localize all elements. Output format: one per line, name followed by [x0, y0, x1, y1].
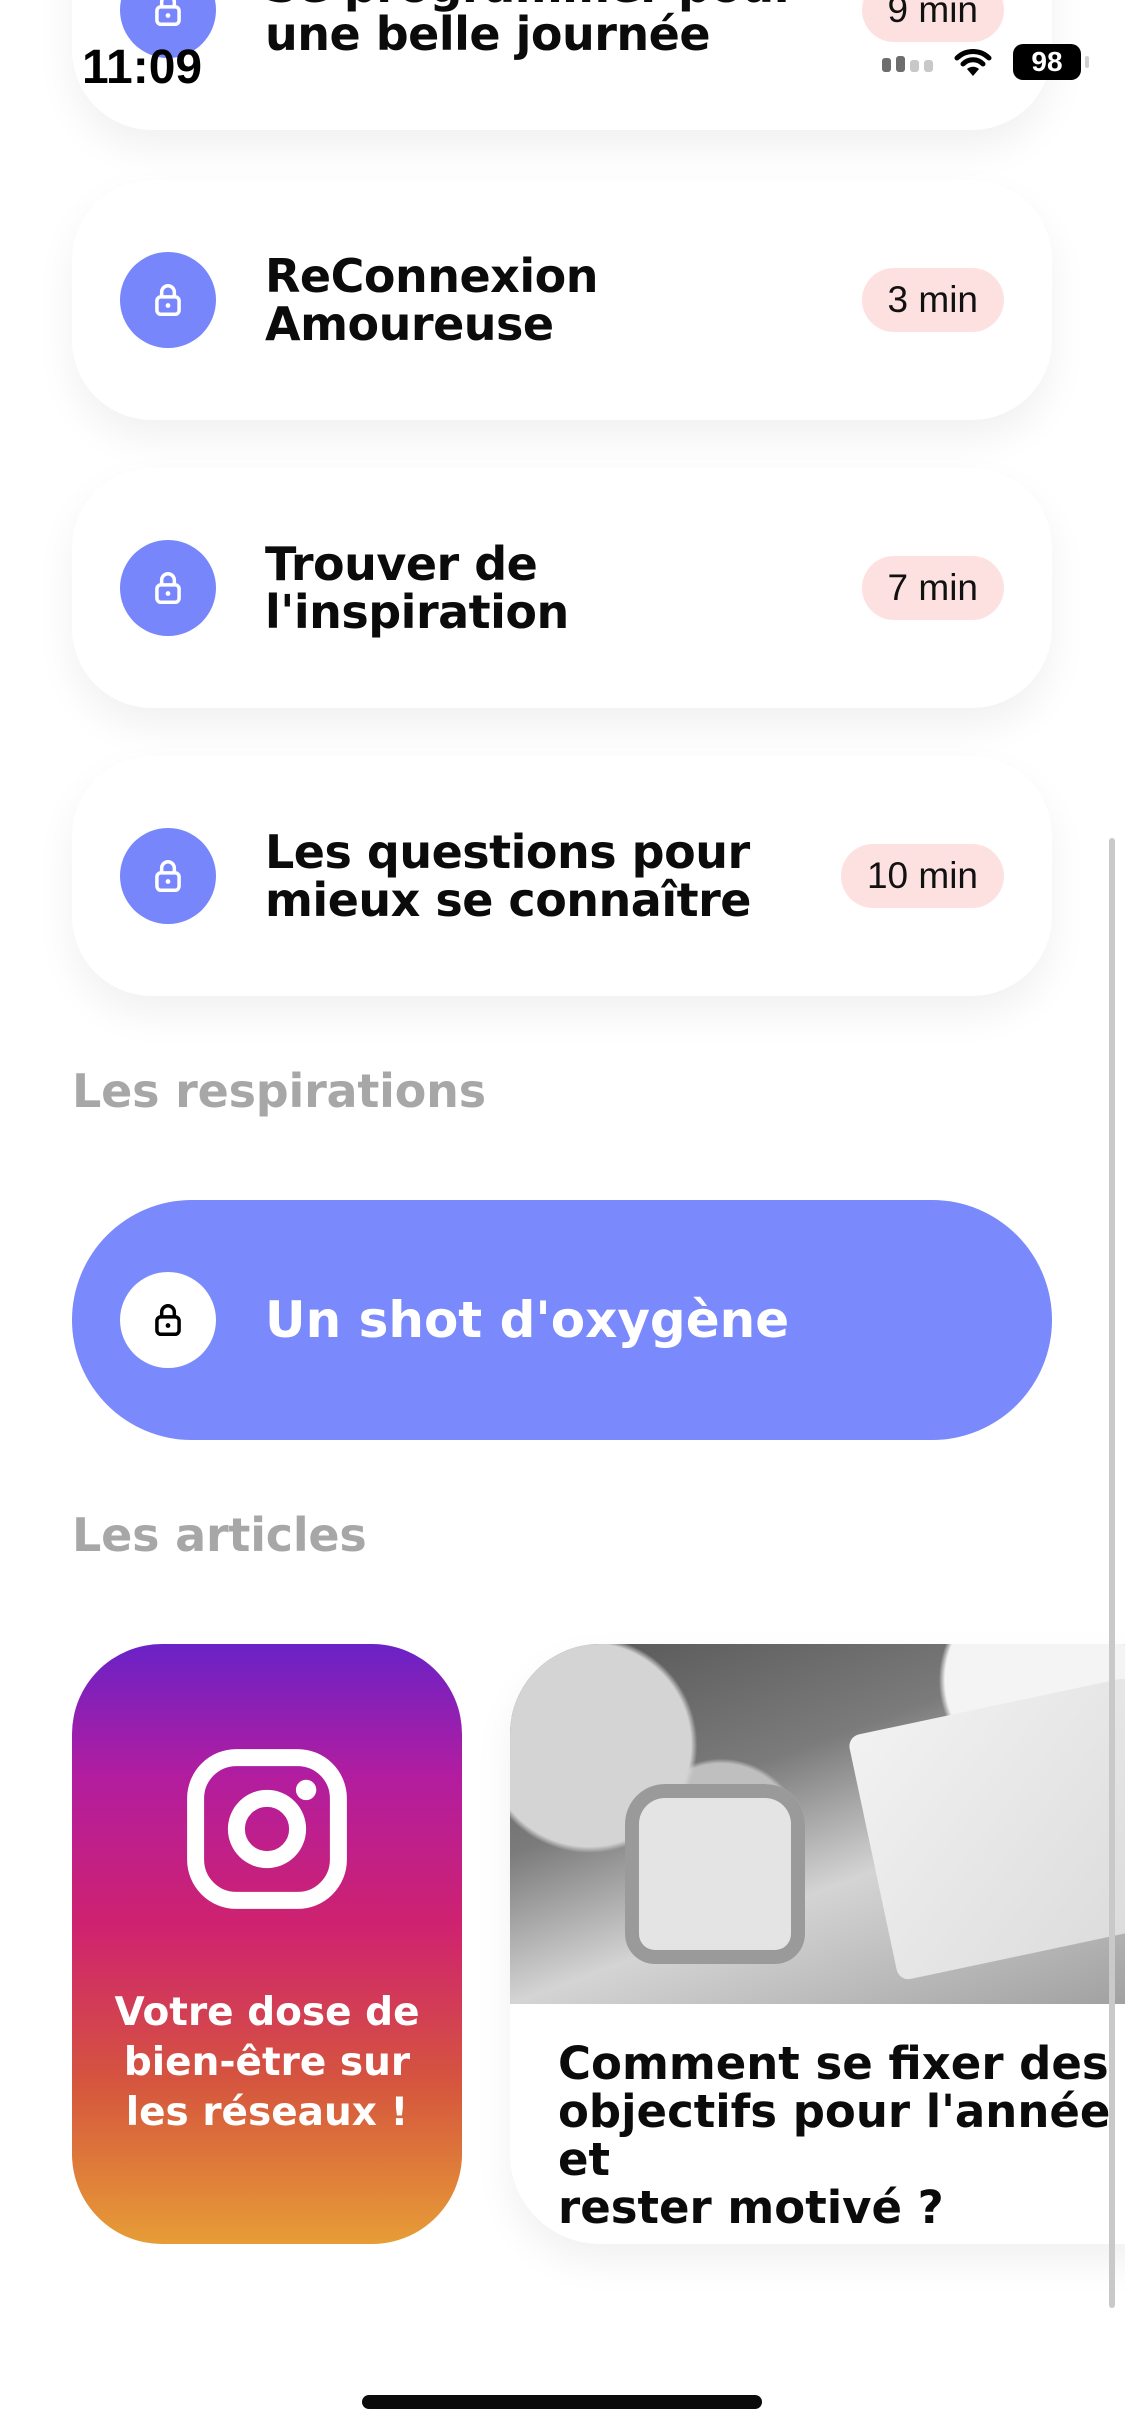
lock-icon — [120, 252, 216, 348]
article-image — [510, 1644, 1125, 2004]
status-indicators: 98 — [882, 44, 1089, 80]
meditation-title: ReConnexion Amoureuse — [265, 249, 598, 351]
home-indicator[interactable] — [362, 2395, 762, 2409]
article-title: Comment se fixer des objectifs pour l'an… — [558, 2037, 1111, 2234]
meditation-title: Les questions pour mieux se connaître — [265, 825, 751, 927]
meditation-card-1[interactable]: ReConnexion Amoureuse 3 min — [72, 180, 1052, 420]
duration-badge: 3 min — [861, 268, 1004, 332]
wifi-icon — [954, 49, 992, 76]
lock-icon — [120, 828, 216, 924]
scrollbar[interactable] — [1109, 838, 1115, 2308]
section-title-articles: Les articles — [72, 1508, 367, 1562]
section-title-respirations: Les respirations — [72, 1064, 486, 1118]
respiration-title: Un shot d'oxygène — [265, 1291, 790, 1349]
instagram-icon — [187, 1749, 347, 1909]
meditation-card-2[interactable]: Trouver de l'inspiration 7 min — [72, 468, 1052, 708]
lock-icon — [120, 1272, 216, 1368]
instagram-card-text: Votre dose de bien-être sur les réseaux … — [114, 1990, 420, 2135]
lock-icon — [120, 540, 216, 636]
meditation-title: Trouver de l'inspiration — [265, 537, 569, 639]
duration-badge: 10 min — [840, 844, 1004, 908]
duration-badge: 9 min — [861, 0, 1004, 42]
battery-icon: 98 — [1013, 44, 1089, 80]
respiration-card[interactable]: Un shot d'oxygène — [72, 1200, 1052, 1440]
meditation-title: Se programmer pour une belle journée — [265, 0, 796, 61]
duration-badge: 7 min — [861, 556, 1004, 620]
instagram-article-card[interactable]: Votre dose de bien-être sur les réseaux … — [72, 1644, 462, 2244]
signal-icon — [882, 52, 933, 72]
battery-level: 98 — [1031, 46, 1063, 77]
meditation-card-3[interactable]: Les questions pour mieux se connaître 10… — [72, 756, 1052, 996]
status-time: 11:09 — [82, 41, 203, 94]
article-card[interactable]: Comment se fixer des objectifs pour l'an… — [510, 1644, 1125, 2244]
